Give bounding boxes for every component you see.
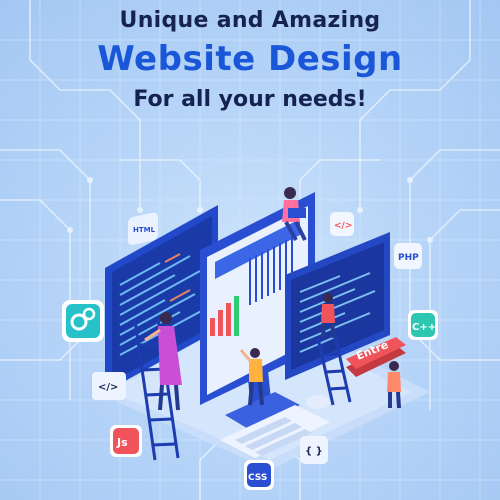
code-left-icon: </> <box>92 372 126 400</box>
svg-text:C++: C++ <box>412 322 436 333</box>
cpp-icon: C++ <box>408 310 438 340</box>
svg-text:{ }: { } <box>305 446 323 457</box>
gear-icon <box>62 300 104 342</box>
website-design-illustration: Entre HTML </> PHP C++ </> Js CSS {} <box>62 187 438 490</box>
brackets-icon: { } <box>300 436 328 464</box>
code-icon: </> <box>330 212 354 236</box>
svg-text:</>: </> <box>334 221 352 231</box>
js-icon: Js <box>110 425 142 457</box>
css-icon: CSS <box>244 460 274 490</box>
mouse <box>306 395 330 409</box>
svg-text:Js: Js <box>116 436 128 449</box>
html-icon: HTML <box>128 212 158 246</box>
svg-text:</>: </> <box>98 382 118 393</box>
svg-text:CSS: CSS <box>248 473 267 483</box>
svg-text:HTML: HTML <box>133 226 156 234</box>
svg-text:PHP: PHP <box>398 253 419 263</box>
poster: Unique and Amazing Website Design For al… <box>0 0 500 500</box>
php-icon: PHP <box>394 243 422 269</box>
